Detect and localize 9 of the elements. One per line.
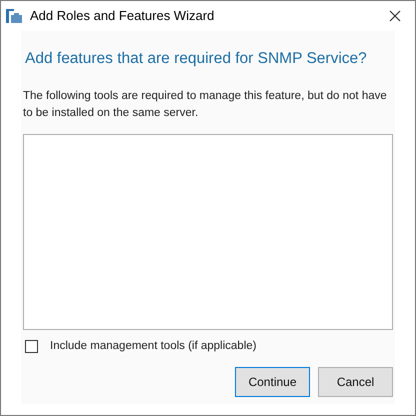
dialog-heading: Add features that are required for SNMP Service? bbox=[24, 49, 368, 69]
dialog-button[interactable]: Continue bbox=[235, 366, 310, 396]
app-icon bbox=[6, 9, 22, 23]
description-text: The following tools are required to manage this feature, but do not have to be installed on the same server. bbox=[23, 89, 388, 122]
window-title: Add Roles and Features Wizard bbox=[30, 7, 214, 26]
close-icon bbox=[389, 10, 401, 22]
dialog-button[interactable]: Cancel bbox=[318, 366, 393, 396]
checkbox[interactable] bbox=[25, 340, 38, 354]
checkbox-label: Include management tools (if applicable) bbox=[50, 339, 256, 354]
